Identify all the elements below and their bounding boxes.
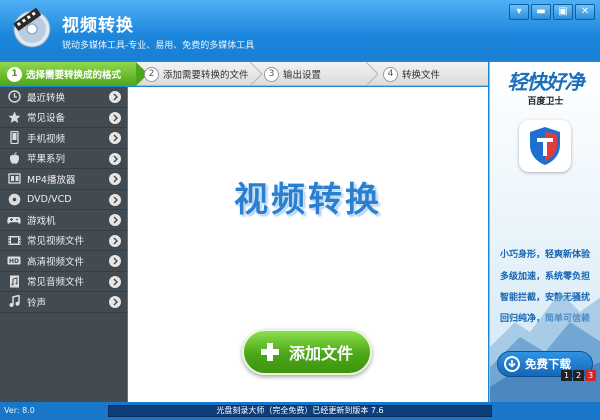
step-label: 输出设置 — [283, 70, 322, 81]
app-subtitle: 锐动多媒体工具-专业、易用、免费的多媒体工具 — [62, 41, 255, 51]
step-convert-files[interactable]: 4 转换文件 — [383, 62, 483, 86]
sidebar-item-label: 游戏机 — [27, 215, 56, 227]
window-controls: ▾ ▬ ▣ ✕ — [509, 4, 595, 20]
step-separator-icon — [366, 62, 378, 86]
chevron-right-icon — [109, 296, 121, 308]
music-note-icon — [7, 295, 21, 309]
sidebar-item-label: 手机视频 — [27, 133, 66, 145]
clock-icon — [7, 90, 21, 104]
menu-dropdown-icon[interactable]: ▾ — [509, 4, 529, 20]
ad-brand: 轻快好净 — [507, 70, 585, 94]
gamepad-icon — [7, 213, 21, 227]
step-number: 3 — [264, 66, 279, 82]
step-number: 2 — [144, 66, 159, 82]
step-add-files[interactable]: 2 添加需要转换的文件 — [140, 62, 258, 86]
sidebar-item-dvd-vcd[interactable]: DVD/VCD — [0, 190, 127, 210]
step-label: 添加需要转换的文件 — [163, 70, 249, 81]
app-window: 视频转换 锐动多媒体工具-专业、易用、免费的多媒体工具 ▾ ▬ ▣ ✕ 1 选择… — [0, 0, 600, 420]
chevron-right-icon — [109, 234, 121, 247]
mp4-player-icon — [7, 172, 21, 186]
sidebar-item-common-devices[interactable]: 常见设备 — [0, 108, 127, 128]
ad-feature-line: 小巧身形，轻爽新体验 — [500, 250, 591, 260]
sidebar-item-common-audio[interactable]: 常见音频文件 — [0, 272, 127, 292]
hd-icon: HD — [7, 254, 21, 268]
add-file-button-label: 添加文件 — [288, 344, 353, 363]
phone-icon — [7, 131, 21, 145]
step-number: 1 — [7, 66, 22, 82]
minimize-icon[interactable]: ▬ — [531, 4, 551, 20]
star-icon — [7, 110, 21, 124]
hero-title: 视频转换 — [234, 180, 382, 220]
step-select-format[interactable]: 1 选择需要转换成的格式 — [0, 62, 136, 86]
chevron-right-icon — [109, 111, 121, 124]
sidebar-item-label: 常见视频文件 — [27, 236, 85, 248]
ad-page-3[interactable]: 3 — [585, 370, 596, 381]
update-message[interactable]: 光盘刻录大师（完全免费）已经更新到版本 7.6 — [108, 405, 492, 417]
close-icon[interactable]: ✕ — [575, 4, 595, 20]
ad-pager: 1 2 3 — [561, 370, 596, 381]
sidebar-item-label: 常见音频文件 — [27, 277, 85, 289]
sidebar-item-label: 苹果系列 — [27, 154, 66, 166]
step-number: 4 — [383, 66, 398, 82]
audio-file-icon — [7, 274, 21, 288]
apple-icon — [7, 151, 21, 165]
add-file-button[interactable]: 添加文件 — [242, 329, 372, 375]
main-panel: 视频转换 添加文件 — [128, 87, 488, 402]
chevron-right-icon — [109, 255, 121, 267]
sidebar-item-hd-video[interactable]: HD 高清视频文件 — [0, 251, 127, 272]
sidebar-item-apple[interactable]: 苹果系列 — [0, 149, 127, 169]
app-title: 视频转换 — [62, 16, 134, 36]
disc-icon — [7, 192, 21, 206]
ad-subtitle: 百度卫士 — [527, 97, 564, 107]
category-sidebar: 最近转换 常见设备 手机视频 苹果系列 MP4播放器 DVD/VCD 游戏机 常… — [0, 87, 127, 402]
sidebar-item-label: 常见设备 — [27, 113, 66, 125]
sidebar-item-mobile-video[interactable]: 手机视频 — [0, 128, 127, 149]
status-bar: Ver: 8.0 光盘刻录大师（完全免费）已经更新到版本 7.6 — [0, 402, 600, 420]
title-bar: 视频转换 锐动多媒体工具-专业、易用、免费的多媒体工具 ▾ ▬ ▣ ✕ — [0, 0, 600, 60]
sidebar-item-label: 最近转换 — [27, 92, 66, 104]
sidebar-item-label: DVD/VCD — [27, 193, 72, 205]
sidebar-item-label: 铃声 — [27, 297, 47, 309]
mountain-illustration-icon — [490, 292, 600, 402]
sidebar-item-ringtone[interactable]: 铃声 — [0, 292, 127, 313]
maximize-icon[interactable]: ▣ — [553, 4, 573, 20]
chevron-right-icon — [109, 91, 121, 103]
step-output-settings[interactable]: 3 输出设置 — [262, 62, 372, 86]
ad-banner[interactable]: 轻快好净 百度卫士 小巧身形，轻爽新体验 多级加速，系统零负担 智能拦截，安静无… — [489, 62, 600, 402]
sidebar-item-recent[interactable]: 最近转换 — [0, 87, 127, 108]
plus-icon — [260, 343, 279, 361]
chevron-right-icon — [109, 173, 121, 185]
film-icon — [7, 233, 21, 247]
sidebar-item-label: MP4播放器 — [27, 174, 76, 186]
chevron-right-icon — [109, 275, 121, 288]
chevron-right-icon — [109, 193, 121, 206]
version-label: Ver: 8.0 — [4, 406, 35, 415]
step-label: 转换文件 — [402, 70, 441, 81]
film-disc-logo-icon — [13, 8, 51, 48]
baidu-guard-logo-icon — [519, 120, 571, 172]
chevron-right-icon — [109, 132, 121, 144]
wizard-steps: 1 选择需要转换成的格式 2 添加需要转换的文件 3 输出设置 4 转换文件 — [0, 62, 488, 86]
chevron-right-icon — [109, 214, 121, 226]
sidebar-item-game-console[interactable]: 游戏机 — [0, 210, 127, 231]
step-separator-icon — [250, 62, 262, 86]
sidebar-item-label: 高清视频文件 — [27, 256, 85, 268]
download-icon — [504, 356, 520, 372]
chevron-right-icon — [109, 152, 121, 165]
ad-page-1[interactable]: 1 — [561, 370, 572, 381]
sidebar-item-common-video[interactable]: 常见视频文件 — [0, 231, 127, 251]
svg-text:HD: HD — [9, 258, 19, 265]
ad-page-2[interactable]: 2 — [573, 370, 584, 381]
sidebar-item-mp4-player[interactable]: MP4播放器 — [0, 169, 127, 190]
step-label: 选择需要转换成的格式 — [26, 70, 122, 81]
